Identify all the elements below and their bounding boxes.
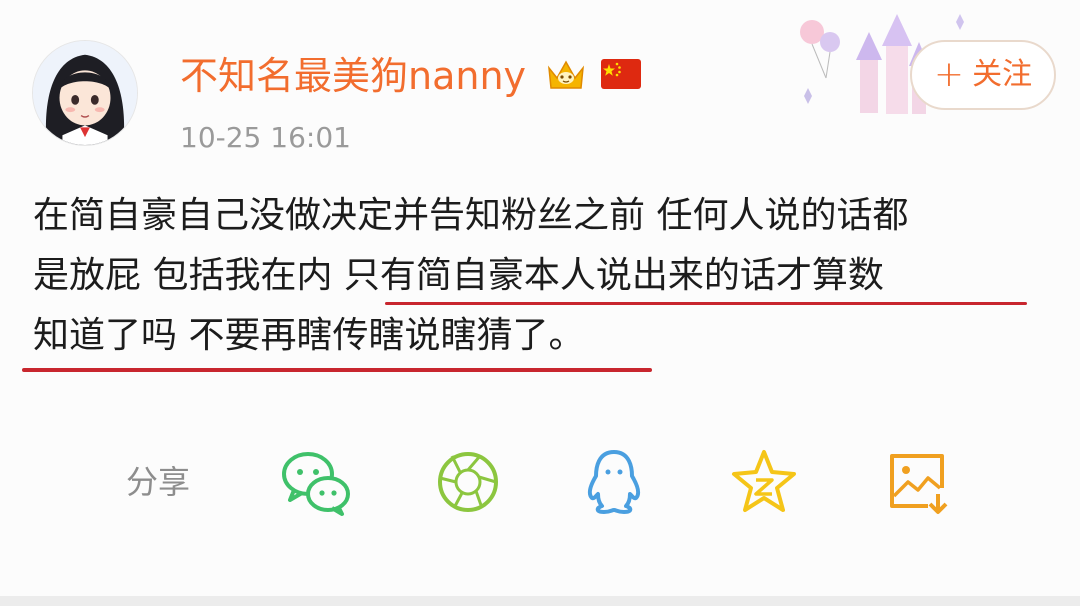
follow-label: 关注: [972, 57, 1033, 92]
avatar[interactable]: [32, 40, 138, 146]
moments-share-button[interactable]: [430, 444, 506, 520]
china-flag-icon: [601, 59, 641, 89]
post-timestamp: 10-25 16:01: [180, 121, 351, 154]
post-content: 在简自豪自己没做决定并告知粉丝之前 任何人说的话都 是放屁 包括我在内 只有简自…: [33, 186, 1063, 366]
weibo-post: 不知名最美狗nanny 10-25 16:01 + 关注 在简自豪自己没做决定并…: [0, 0, 1080, 606]
qq-icon: [587, 450, 641, 514]
qzone-share-button[interactable]: [726, 444, 802, 520]
post-text-line: 是放屁 包括我在内 只有简自豪本人说出来的话才算数: [33, 255, 884, 296]
crown-vip-icon: [548, 60, 584, 89]
moments-icon: [438, 452, 498, 512]
plus-icon: +: [933, 54, 965, 95]
avatar-image: [33, 41, 137, 145]
wechat-share-button[interactable]: [278, 444, 354, 520]
qzone-icon: [732, 450, 796, 512]
follow-button[interactable]: + 关注: [910, 40, 1056, 110]
bottom-divider: [0, 596, 1080, 606]
wechat-icon: [282, 452, 350, 516]
username[interactable]: 不知名最美狗nanny: [180, 48, 526, 104]
user-badges: [545, 56, 641, 92]
qq-share-button[interactable]: [576, 444, 652, 520]
save-image-share-button[interactable]: [880, 444, 956, 520]
post-text-line: 知道了吗 不要再瞎传瞎说瞎猜了。: [33, 315, 585, 356]
save-image-icon: [890, 454, 948, 514]
red-underline-annotation: [22, 368, 652, 372]
post-text-line: 在简自豪自己没做决定并告知粉丝之前 任何人说的话都: [33, 195, 909, 236]
share-label: 分享: [126, 463, 191, 501]
red-underline-annotation: [385, 302, 1027, 305]
